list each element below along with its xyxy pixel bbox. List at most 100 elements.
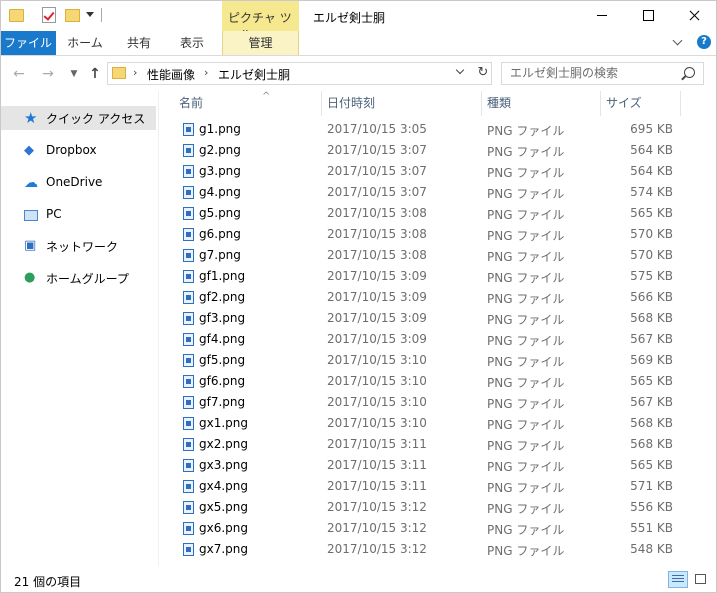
file-size: 564 KB bbox=[630, 143, 673, 157]
breadcrumb-item-performance-images[interactable]: 性能画像 bbox=[147, 66, 195, 83]
column-header-name[interactable]: 名前 ^ bbox=[179, 91, 319, 116]
table-row[interactable]: g1.png 2017/10/15 3:05 PNG ファイル 695 KB bbox=[177, 120, 697, 141]
table-row[interactable]: gf2.png 2017/10/15 3:09 PNG ファイル 566 KB bbox=[177, 288, 697, 309]
png-image-file-icon bbox=[183, 291, 194, 304]
close-button[interactable] bbox=[671, 0, 717, 31]
png-image-file-icon bbox=[183, 165, 194, 178]
search-box[interactable] bbox=[501, 62, 704, 85]
file-size: 570 KB bbox=[630, 227, 673, 241]
recent-locations-chevron-icon[interactable]: ▼ bbox=[66, 67, 82, 81]
sidebar-item-dropbox[interactable]: ◆ Dropbox bbox=[0, 139, 156, 163]
search-input[interactable] bbox=[510, 65, 670, 81]
up-arrow-icon[interactable]: ↑ bbox=[87, 67, 103, 81]
table-row[interactable]: gf4.png 2017/10/15 3:09 PNG ファイル 567 KB bbox=[177, 330, 697, 351]
png-image-file-icon bbox=[183, 459, 194, 472]
column-divider[interactable] bbox=[680, 91, 681, 116]
sidebar-item-quick-access[interactable]: ★ クイック アクセス bbox=[0, 106, 156, 130]
refresh-icon[interactable]: ↻ bbox=[475, 65, 491, 81]
large-icons-view-icon[interactable] bbox=[692, 571, 710, 588]
png-image-file-icon bbox=[183, 312, 194, 325]
tab-file[interactable]: ファイル bbox=[0, 31, 56, 55]
table-row[interactable]: gx7.png 2017/10/15 3:12 PNG ファイル 548 KB bbox=[177, 540, 697, 561]
png-image-file-icon bbox=[183, 249, 194, 262]
table-row[interactable]: g4.png 2017/10/15 3:07 PNG ファイル 574 KB bbox=[177, 183, 697, 204]
item-count: 21 個の項目 bbox=[14, 575, 82, 589]
folder-icon[interactable] bbox=[9, 9, 24, 22]
breadcrumb-separator[interactable]: › bbox=[133, 66, 137, 79]
expand-ribbon-chevron-icon[interactable] bbox=[672, 37, 684, 49]
table-row[interactable]: g2.png 2017/10/15 3:07 PNG ファイル 564 KB bbox=[177, 141, 697, 162]
table-row[interactable]: g5.png 2017/10/15 3:08 PNG ファイル 565 KB bbox=[177, 204, 697, 225]
table-row[interactable]: gx6.png 2017/10/15 3:12 PNG ファイル 551 KB bbox=[177, 519, 697, 540]
search-icon[interactable] bbox=[684, 67, 695, 78]
maximize-button[interactable] bbox=[625, 0, 671, 31]
table-row[interactable]: gf1.png 2017/10/15 3:09 PNG ファイル 575 KB bbox=[177, 267, 697, 288]
new-folder-icon[interactable] bbox=[65, 9, 80, 22]
back-arrow-icon[interactable]: ← bbox=[11, 67, 27, 81]
file-type: PNG ファイル bbox=[487, 523, 565, 537]
file-name: gf1.png bbox=[199, 269, 246, 283]
table-row[interactable]: g6.png 2017/10/15 3:08 PNG ファイル 570 KB bbox=[177, 225, 697, 246]
folder-icon bbox=[112, 67, 126, 79]
table-row[interactable]: gf7.png 2017/10/15 3:10 PNG ファイル 567 KB bbox=[177, 393, 697, 414]
address-dropdown-icon[interactable] bbox=[455, 67, 467, 79]
file-date: 2017/10/15 3:09 bbox=[327, 290, 427, 304]
column-divider[interactable] bbox=[600, 91, 601, 116]
table-row[interactable]: g3.png 2017/10/15 3:07 PNG ファイル 564 KB bbox=[177, 162, 697, 183]
breadcrumb-item-current-folder[interactable]: エルゼ剣士胴 bbox=[218, 66, 290, 83]
file-type: PNG ファイル bbox=[487, 145, 565, 159]
png-image-file-icon bbox=[183, 480, 194, 493]
file-list: 名前 ^ 日付時刻 種類 サイズ g1.png 2017/10/15 3:05 PN… bbox=[159, 91, 717, 566]
sidebar-item-homegroup[interactable]: ● ホームグループ bbox=[0, 266, 156, 290]
column-header-size[interactable]: サイズ bbox=[606, 91, 676, 116]
table-row[interactable]: gx4.png 2017/10/15 3:11 PNG ファイル 571 KB bbox=[177, 477, 697, 498]
quick-access-toolbar-dropdown-icon[interactable] bbox=[86, 12, 94, 17]
file-size: 569 KB bbox=[630, 353, 673, 367]
file-name: g2.png bbox=[199, 143, 241, 157]
tab-home[interactable]: ホーム bbox=[60, 31, 110, 55]
table-row[interactable]: gx1.png 2017/10/15 3:10 PNG ファイル 568 KB bbox=[177, 414, 697, 435]
file-type: PNG ファイル bbox=[487, 229, 565, 243]
minimize-button[interactable] bbox=[579, 0, 625, 31]
png-image-file-icon bbox=[183, 375, 194, 388]
column-divider[interactable] bbox=[321, 91, 322, 116]
file-date: 2017/10/15 3:10 bbox=[327, 395, 427, 409]
help-icon[interactable]: ? bbox=[697, 35, 711, 49]
table-row[interactable]: gf3.png 2017/10/15 3:09 PNG ファイル 568 KB bbox=[177, 309, 697, 330]
table-row[interactable]: gf6.png 2017/10/15 3:10 PNG ファイル 565 KB bbox=[177, 372, 697, 393]
table-row[interactable]: g7.png 2017/10/15 3:08 PNG ファイル 570 KB bbox=[177, 246, 697, 267]
png-image-file-icon bbox=[183, 417, 194, 430]
tab-share[interactable]: 共有 bbox=[115, 31, 163, 55]
forward-arrow-icon[interactable]: → bbox=[40, 67, 56, 81]
file-date: 2017/10/15 3:10 bbox=[327, 416, 427, 430]
file-name: g1.png bbox=[199, 122, 241, 136]
tab-view[interactable]: 表示 bbox=[167, 31, 217, 55]
file-type: PNG ファイル bbox=[487, 460, 565, 474]
column-header-type[interactable]: 種類 bbox=[487, 91, 597, 116]
file-type: PNG ファイル bbox=[487, 187, 565, 201]
sidebar-item-network[interactable]: ▣ ネットワーク bbox=[0, 234, 156, 258]
address-bar[interactable]: › 性能画像 › エルゼ剣士胴 ↻ bbox=[107, 62, 492, 85]
file-name: gf2.png bbox=[199, 290, 246, 304]
file-type: PNG ファイル bbox=[487, 397, 565, 411]
table-row[interactable]: gx5.png 2017/10/15 3:12 PNG ファイル 556 KB bbox=[177, 498, 697, 519]
network-icon: ▣ bbox=[24, 238, 37, 253]
properties-check-icon[interactable] bbox=[42, 7, 56, 23]
sidebar-item-pc[interactable]: PC bbox=[0, 203, 156, 227]
breadcrumb-separator[interactable]: › bbox=[204, 66, 208, 79]
file-date: 2017/10/15 3:12 bbox=[327, 521, 427, 535]
table-row[interactable]: gf5.png 2017/10/15 3:10 PNG ファイル 569 KB bbox=[177, 351, 697, 372]
tab-manage[interactable]: 管理 bbox=[222, 31, 299, 55]
file-size: 571 KB bbox=[630, 479, 673, 493]
file-type: PNG ファイル bbox=[487, 313, 565, 327]
table-row[interactable]: gx3.png 2017/10/15 3:11 PNG ファイル 565 KB bbox=[177, 456, 697, 477]
sidebar-item-onedrive[interactable]: ☁ OneDrive bbox=[0, 171, 156, 195]
file-size: 565 KB bbox=[630, 458, 673, 472]
file-name: gf3.png bbox=[199, 311, 246, 325]
column-divider[interactable] bbox=[481, 91, 482, 116]
details-view-icon[interactable] bbox=[668, 571, 688, 588]
column-header-date[interactable]: 日付時刻 bbox=[327, 91, 477, 116]
file-name: gx5.png bbox=[199, 500, 249, 514]
table-row[interactable]: gx2.png 2017/10/15 3:11 PNG ファイル 568 KB bbox=[177, 435, 697, 456]
file-type: PNG ファイル bbox=[487, 355, 565, 369]
